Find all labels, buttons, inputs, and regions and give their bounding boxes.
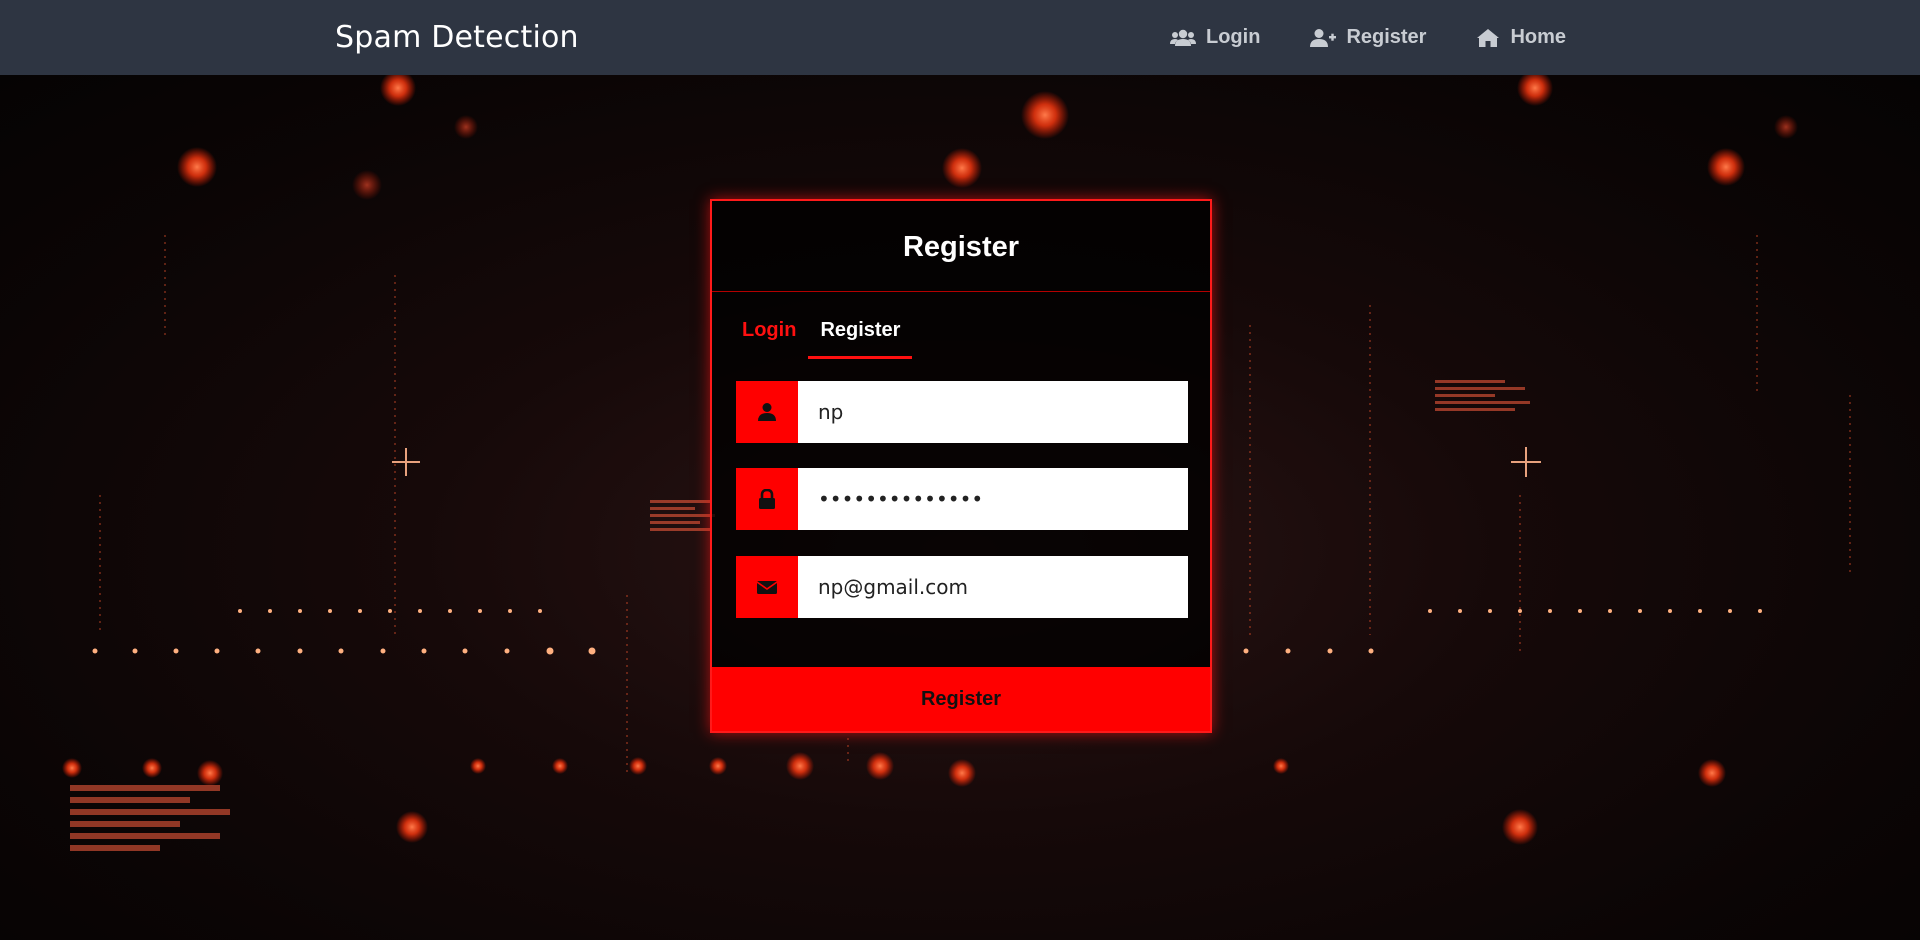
password-field	[736, 468, 1188, 530]
nav-login-link[interactable]: Login	[1170, 26, 1260, 49]
users-icon	[1170, 29, 1196, 46]
page: Spam Detection Login Register Home Regis…	[0, 0, 1920, 940]
email-field	[736, 556, 1188, 618]
user-icon	[736, 381, 798, 443]
auth-tabs: Login Register	[742, 319, 913, 359]
username-field	[736, 381, 1188, 443]
register-submit-button[interactable]: Register	[712, 667, 1210, 731]
card-divider	[712, 291, 1210, 292]
nav-links: Login Register Home	[1170, 0, 1616, 75]
nav-register-link[interactable]: Register	[1310, 26, 1426, 49]
nav-home-link[interactable]: Home	[1476, 26, 1566, 49]
password-input[interactable]	[798, 468, 1188, 530]
nav-login-label: Login	[1206, 26, 1261, 48]
nav-home-label: Home	[1510, 26, 1567, 48]
card-title: Register	[902, 231, 1020, 263]
navbar: Spam Detection Login Register Home	[0, 0, 1920, 75]
nav-register-label: Register	[1346, 26, 1427, 48]
register-card: Register Login Register np np@gmail.com …	[710, 199, 1212, 733]
lock-icon	[736, 468, 798, 530]
brand-title[interactable]: Spam Detection	[335, 20, 579, 55]
envelope-icon	[736, 556, 798, 618]
tab-register[interactable]: Register	[808, 319, 913, 359]
tab-login[interactable]: Login	[742, 319, 808, 359]
user-plus-icon	[1310, 28, 1337, 47]
home-icon	[1477, 28, 1500, 47]
email-input[interactable]	[798, 556, 1188, 618]
username-input[interactable]	[798, 381, 1188, 443]
